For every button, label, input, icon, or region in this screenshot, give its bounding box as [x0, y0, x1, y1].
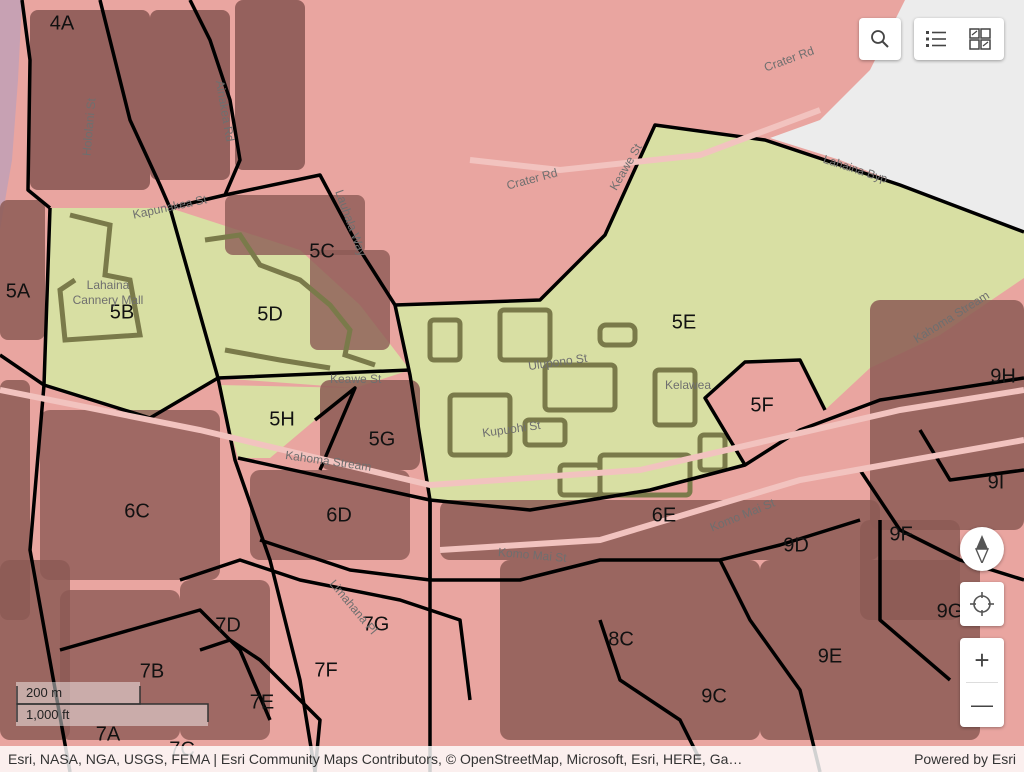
legend-list-icon [926, 31, 946, 47]
search-button[interactable] [859, 18, 901, 60]
powered-by-esri[interactable]: Powered by Esri [914, 751, 1016, 767]
scale-metric-label: 200 m [26, 685, 63, 700]
scale-bar: 200 m 1,000 ft [16, 682, 212, 728]
legend-button[interactable] [914, 18, 958, 60]
basemap-gallery-button[interactable] [958, 18, 1002, 60]
zoom-in-button[interactable]: + [960, 638, 1004, 682]
zoom-control: + — [960, 638, 1004, 727]
basemap-gallery-icon [969, 28, 991, 50]
attribution-bar: Esri, NASA, NGA, USGS, FEMA | Esri Commu… [0, 746, 1024, 772]
compass-button[interactable] [960, 527, 1004, 571]
search-icon [871, 30, 889, 48]
locate-button[interactable] [960, 582, 1004, 626]
attribution-text[interactable]: Esri, NASA, NGA, USGS, FEMA | Esri Commu… [8, 751, 742, 767]
locate-icon [970, 592, 994, 616]
map-canvas[interactable] [0, 0, 1024, 772]
zoom-out-button[interactable]: — [960, 683, 1004, 727]
compass-icon [974, 535, 990, 563]
top-right-toolbar [914, 18, 1004, 60]
scale-imperial-label: 1,000 ft [26, 707, 70, 722]
